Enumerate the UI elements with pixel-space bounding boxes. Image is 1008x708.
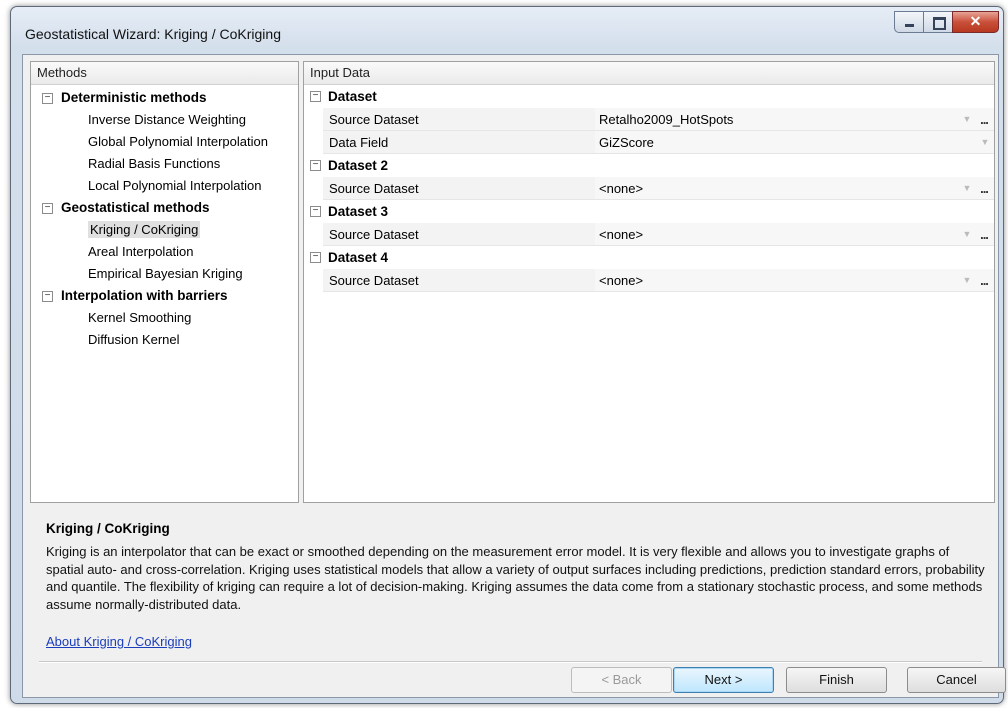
property-grid: − Dataset Source Dataset Retalho2009_Hot… [304,85,994,292]
dropdown-arrow-icon[interactable]: ▼ [978,134,992,150]
close-icon: ✕ [969,13,982,29]
property-value[interactable]: <none> ▼ ... [595,269,994,292]
tree-item-areal[interactable]: Areal Interpolation [31,241,298,263]
collapse-icon[interactable]: − [310,160,321,171]
maximize-button[interactable] [923,11,952,33]
input-data-header: Input Data [304,62,994,85]
browse-button[interactable]: ... [976,269,992,292]
category-label: Dataset 2 [328,158,389,173]
collapse-icon[interactable]: − [42,93,53,104]
methods-header: Methods [31,62,298,85]
source-dataset-value: Retalho2009_HotSpots [599,112,734,127]
property-row[interactable]: Source Dataset Retalho2009_HotSpots ▼ ..… [304,108,994,131]
window-title: Geostatistical Wizard: Kriging / CoKrigi… [25,26,281,42]
collapse-icon[interactable]: − [42,291,53,302]
minimize-button[interactable] [894,11,923,33]
maximize-icon [933,17,946,30]
dropdown-arrow-icon[interactable]: ▼ [960,111,974,127]
property-name: Data Field [323,131,595,154]
tree-item-idw[interactable]: Inverse Distance Weighting [31,109,298,131]
property-value[interactable]: GiZScore ▼ [595,131,994,154]
methods-tree: − Deterministic methods Inverse Distance… [31,85,298,351]
source-dataset-value: <none> [599,227,644,242]
group-label: Deterministic methods [61,90,207,105]
back-button[interactable]: < Back [571,667,672,693]
dropdown-arrow-icon[interactable]: ▼ [960,180,974,196]
dropdown-arrow-icon[interactable]: ▼ [960,272,974,288]
description-text: Kriging is an interpolator that can be e… [46,544,985,612]
property-name: Source Dataset [323,108,595,131]
tree-item-diffusion-kernel[interactable]: Diffusion Kernel [31,329,298,351]
collapse-icon[interactable]: − [310,91,321,102]
cancel-button[interactable]: Cancel [907,667,1006,693]
browse-button[interactable]: ... [976,177,992,200]
group-label: Geostatistical methods [61,200,210,215]
tree-item-global-polynomial[interactable]: Global Polynomial Interpolation [31,131,298,153]
tree-item-local-polynomial[interactable]: Local Polynomial Interpolation [31,175,298,197]
tree-group-barriers[interactable]: − Interpolation with barriers [31,285,298,307]
separator [39,661,982,663]
browse-button[interactable]: ... [976,223,992,246]
caption-buttons: ✕ [894,11,999,33]
collapse-icon[interactable]: − [310,252,321,263]
category-label: Dataset [328,89,377,104]
category-dataset-4[interactable]: − Dataset 4 [304,246,994,269]
category-dataset[interactable]: − Dataset [304,85,994,108]
category-dataset-3[interactable]: − Dataset 3 [304,200,994,223]
title-bar[interactable]: Geostatistical Wizard: Kriging / CoKrigi… [11,7,1003,51]
wizard-client-area: Methods − Deterministic methods Inverse … [22,54,1006,698]
category-label: Dataset 4 [328,250,389,265]
about-link[interactable]: About Kriging / CoKriging [46,634,192,649]
tree-item-ebk[interactable]: Empirical Bayesian Kriging [31,263,298,285]
next-button[interactable]: Next > [673,667,774,693]
property-value[interactable]: <none> ▼ ... [595,223,994,246]
source-dataset-value: <none> [599,181,644,196]
tree-group-deterministic[interactable]: − Deterministic methods [31,87,298,109]
collapse-icon[interactable]: − [42,203,53,214]
collapse-icon[interactable]: − [310,206,321,217]
methods-panel: Methods − Deterministic methods Inverse … [30,61,299,503]
group-label: Interpolation with barriers [61,288,228,303]
property-name: Source Dataset [323,269,595,292]
category-label: Dataset 3 [328,204,389,219]
source-dataset-value: <none> [599,273,644,288]
tree-item-kernel-smoothing[interactable]: Kernel Smoothing [31,307,298,329]
wizard-window: Geostatistical Wizard: Kriging / CoKrigi… [10,6,1006,704]
property-row[interactable]: Source Dataset <none> ▼ ... [304,223,994,246]
dropdown-arrow-icon[interactable]: ▼ [960,226,974,242]
property-value[interactable]: Retalho2009_HotSpots ▼ ... [595,108,994,131]
tree-group-geostatistical[interactable]: − Geostatistical methods [31,197,298,219]
property-row[interactable]: Data Field GiZScore ▼ [304,131,994,154]
property-name: Source Dataset [323,177,595,200]
property-row[interactable]: Source Dataset <none> ▼ ... [304,269,994,292]
property-value[interactable]: <none> ▼ ... [595,177,994,200]
property-name: Source Dataset [323,223,595,246]
tree-item-kriging[interactable]: Kriging / CoKriging [31,219,298,241]
property-row[interactable]: Source Dataset <none> ▼ ... [304,177,994,200]
data-field-value: GiZScore [599,135,654,150]
browse-button[interactable]: ... [976,108,992,131]
minimize-icon [905,24,914,27]
description-title: Kriging / CoKriging [46,521,170,536]
close-button[interactable]: ✕ [952,11,999,33]
category-dataset-2[interactable]: − Dataset 2 [304,154,994,177]
tree-item-radial-basis[interactable]: Radial Basis Functions [31,153,298,175]
finish-button[interactable]: Finish [786,667,887,693]
input-data-panel: Input Data − Dataset Source Dataset Reta… [303,61,995,503]
